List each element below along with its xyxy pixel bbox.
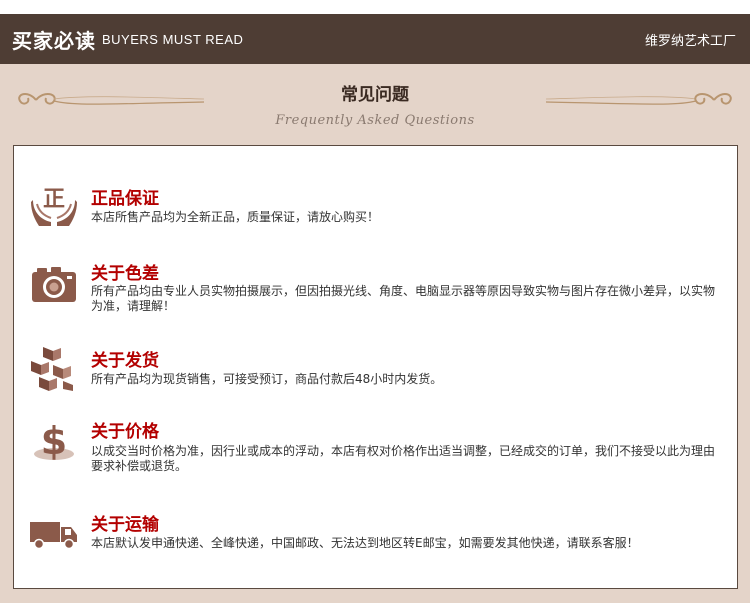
- faq-question: 正品保证: [91, 189, 159, 209]
- faq-question: 关于运输: [91, 515, 159, 535]
- faq-answer: 所有产品均为现货销售，可接受预订，商品付款后48小时内发货。: [91, 372, 443, 386]
- faq-question: 关于价格: [91, 422, 159, 442]
- header-title-cn: 买家必读: [12, 28, 96, 53]
- camera-icon: [32, 267, 76, 302]
- faq-question: 关于色差: [91, 264, 159, 284]
- faq-title: 常见问题: [341, 85, 409, 105]
- svg-text:$: $: [41, 419, 67, 463]
- faq-question: 关于发货: [91, 351, 159, 371]
- shop-name: 维罗纳艺术工厂: [644, 33, 736, 49]
- truck-icon: [30, 522, 77, 550]
- header-title-en: BUYERS MUST READ: [102, 31, 244, 47]
- authentic-hands-icon: 正: [31, 187, 77, 226]
- faq-answer: 所有产品均由专业人员实物拍摄展示，但因拍摄光线、角度、电脑显示器等原因导致实物与…: [91, 284, 716, 313]
- svg-text:正: 正: [43, 187, 65, 212]
- faq-answer: 以成交当时价格为准，因行业或成本的浮动，本店有权对价格作出适当调整，已经成交的订…: [91, 444, 716, 473]
- header-bar: 买家必读 BUYERS MUST READ 维罗纳艺术工厂: [0, 14, 750, 64]
- faq-subtitle: Frequently Asked Questions: [275, 113, 475, 128]
- top-strip: [0, 0, 750, 14]
- faq-answer: 本店所售产品均为全新正品，质量保证，请放心购买！: [91, 210, 380, 224]
- faq-card: 正 正品保证 本店所售产品均为全新正品，质量保证，请放心购买！ 关于色差 所有产…: [13, 145, 738, 589]
- dollar-icon: $: [34, 419, 74, 463]
- page: 买家必读 BUYERS MUST READ 维罗纳艺术工厂 常见问题 Frequ…: [0, 0, 750, 603]
- faq-answer: 本店默认发申通快递、全峰快递，中国邮政、无法达到地区转E邮宝，如需要发其他快递，…: [91, 536, 639, 550]
- boxes-icon: [31, 347, 73, 391]
